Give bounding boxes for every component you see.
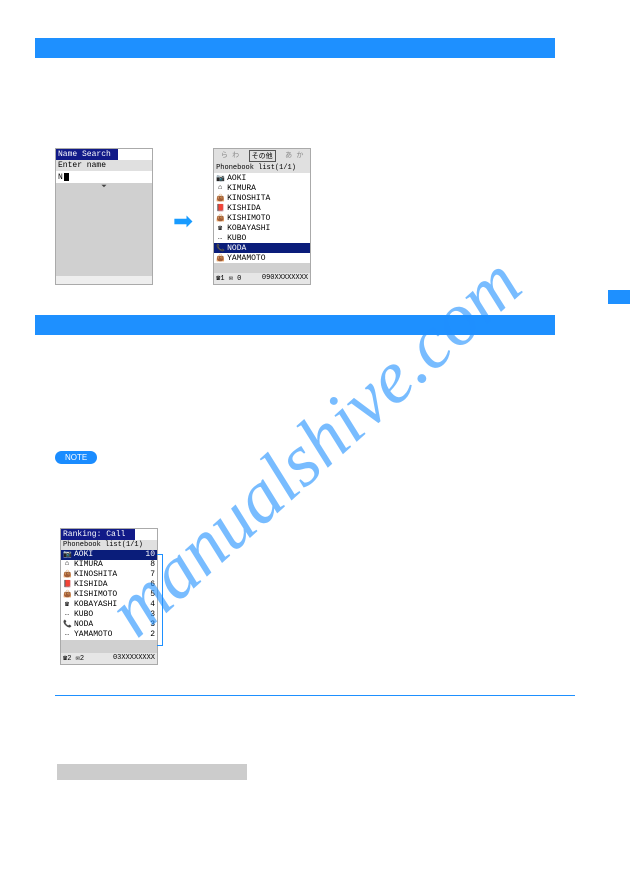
tab-active[interactable]: その他 [249, 150, 276, 162]
entry-icon: 👜 [63, 590, 71, 600]
ranking-screen: Ranking: Call Phonebook list(1/1) 📷AOKI 1… [60, 528, 158, 665]
list-item[interactable]: 👜KISHIMOTO [214, 213, 310, 223]
list-item[interactable]: 📷AOKI 10 [61, 550, 157, 560]
entry-name: NODA [74, 620, 93, 630]
divider [55, 695, 575, 696]
entry-icon: ⌂ [216, 184, 224, 192]
entry-count: 4 [150, 600, 155, 610]
status-left: ☎2 ✉2 [63, 654, 84, 663]
entry-name: KIMURA [227, 184, 256, 193]
entry-icon: ☎ [216, 224, 224, 233]
entry-icon: 📕 [63, 580, 71, 590]
entry-icon: ☎ [63, 600, 71, 610]
entry-icon: … [63, 630, 71, 640]
entry-name: KINOSHITA [227, 194, 270, 203]
list-item[interactable]: 📕KISHIDA [214, 203, 310, 213]
entry-name: AOKI [74, 550, 93, 560]
entry-count: 3 [150, 620, 155, 630]
entry-name: KUBO [74, 610, 93, 620]
phonebook-list-screen: ら わ その他 あ か Phonebook list(1/1) 📷AOKI⌂KI… [213, 148, 311, 285]
side-index-tab [608, 290, 630, 304]
entry-icon: 📕 [216, 204, 224, 213]
list-item[interactable]: 👜KINOSHITA [214, 193, 310, 203]
note-pill: NOTE [55, 451, 97, 464]
entry-icon: 👜 [216, 194, 224, 203]
section-heading-bar-2 [35, 315, 555, 335]
enter-name-banner: Enter name [56, 160, 152, 171]
entry-name: KOBAYASHI [74, 600, 117, 610]
tab-inactive[interactable]: ら わ [221, 150, 239, 162]
list-item[interactable]: ☎KOBAYASHI [214, 223, 310, 233]
phonebook-status: ☎1 ✉ 0 090XXXXXXXX [214, 273, 310, 284]
status-phone: 090XXXXXXXX [262, 274, 308, 283]
entry-name: KISHIMOTO [227, 214, 270, 223]
list-item[interactable]: ⌂KIMURA 8 [61, 560, 157, 570]
entry-name: KOBAYASHI [227, 224, 270, 233]
list-item[interactable]: 👜KISHIMOTO 5 [61, 590, 157, 600]
name-search-screen: Name Search Enter name N ⏷ [55, 148, 153, 285]
tab-inactive[interactable]: あ か [285, 150, 303, 162]
list-item[interactable]: ⌂KIMURA [214, 183, 310, 193]
ranking-title: Ranking: Call [61, 529, 135, 540]
entry-name: AOKI [227, 174, 246, 183]
list-item[interactable]: 👜YAMAMOTO [214, 253, 310, 263]
entry-count: 10 [145, 550, 155, 560]
status-left: ☎1 ✉ 0 [216, 274, 241, 283]
list-item[interactable]: 📞NODA 3 [61, 620, 157, 630]
entry-icon: 📞 [63, 620, 71, 630]
entry-name: KISHIDA [74, 580, 108, 590]
entry-name: KUBO [227, 234, 246, 243]
section-heading-bar-1 [35, 38, 555, 58]
entry-icon: 📷 [216, 174, 224, 183]
entry-icon: … [63, 610, 71, 620]
list-item[interactable]: 👜KINOSHITA 7 [61, 570, 157, 580]
entry-icon: 👜 [216, 254, 224, 263]
entry-count: 7 [150, 570, 155, 580]
screen-title: Name Search [56, 149, 118, 160]
ranking-list[interactable]: 📷AOKI10⌂KIMURA8👜KINOSHITA7📕KISHIDA6👜KISH… [61, 550, 157, 640]
phonebook-list[interactable]: 📷AOKI⌂KIMURA👜KINOSHITA📕KISHIDA👜KISHIMOTO… [214, 173, 310, 263]
tab-row: ら わ その他 あ か [214, 149, 310, 163]
entry-icon: 👜 [63, 570, 71, 580]
ranking-status: ☎2 ✉2 03XXXXXXXX [61, 653, 157, 664]
entry-name: KIMURA [74, 560, 103, 570]
name-search-screenshots: Name Search Enter name N ⏷ ➡ ら わ その他 あ か… [55, 148, 595, 285]
entry-name: KISHIDA [227, 204, 261, 213]
list-item[interactable]: 📷AOKI [214, 173, 310, 183]
entry-count: 8 [150, 560, 155, 570]
grey-subheading-block [57, 764, 247, 780]
entry-name: KINOSHITA [74, 570, 117, 580]
entry-name: YAMAMOTO [227, 254, 265, 263]
phonebook-header: Phonebook list(1/1) [214, 163, 310, 173]
list-item[interactable]: 📞NODA [214, 243, 310, 253]
callout-bracket [157, 554, 163, 646]
entry-icon: … [216, 234, 224, 242]
entry-name: YAMAMOTO [74, 630, 112, 640]
entry-name: NODA [227, 244, 246, 253]
ranking-header: Phonebook list(1/1) [61, 540, 157, 550]
status-phone: 03XXXXXXXX [113, 654, 155, 663]
entry-icon: 📷 [63, 550, 71, 560]
caret-indicator: ⏷ [56, 183, 152, 191]
entry-count: 2 [150, 630, 155, 640]
name-input[interactable]: N [56, 171, 152, 183]
arrow-icon: ➡ [173, 207, 193, 236]
entry-count: 5 [150, 590, 155, 600]
entry-name: KISHIMOTO [74, 590, 117, 600]
entry-count: 6 [150, 580, 155, 590]
entry-count: 3 [150, 610, 155, 620]
input-prefix: N [58, 173, 63, 182]
entry-icon: 📞 [216, 244, 224, 253]
text-cursor [64, 173, 69, 181]
list-item[interactable]: 📕KISHIDA 6 [61, 580, 157, 590]
entry-icon: ⌂ [63, 560, 71, 570]
list-item[interactable]: …YAMAMOTO 2 [61, 630, 157, 640]
list-item[interactable]: …KUBO 3 [61, 610, 157, 620]
list-item[interactable]: ☎KOBAYASHI 4 [61, 600, 157, 610]
entry-icon: 👜 [216, 214, 224, 223]
list-item[interactable]: …KUBO [214, 233, 310, 243]
